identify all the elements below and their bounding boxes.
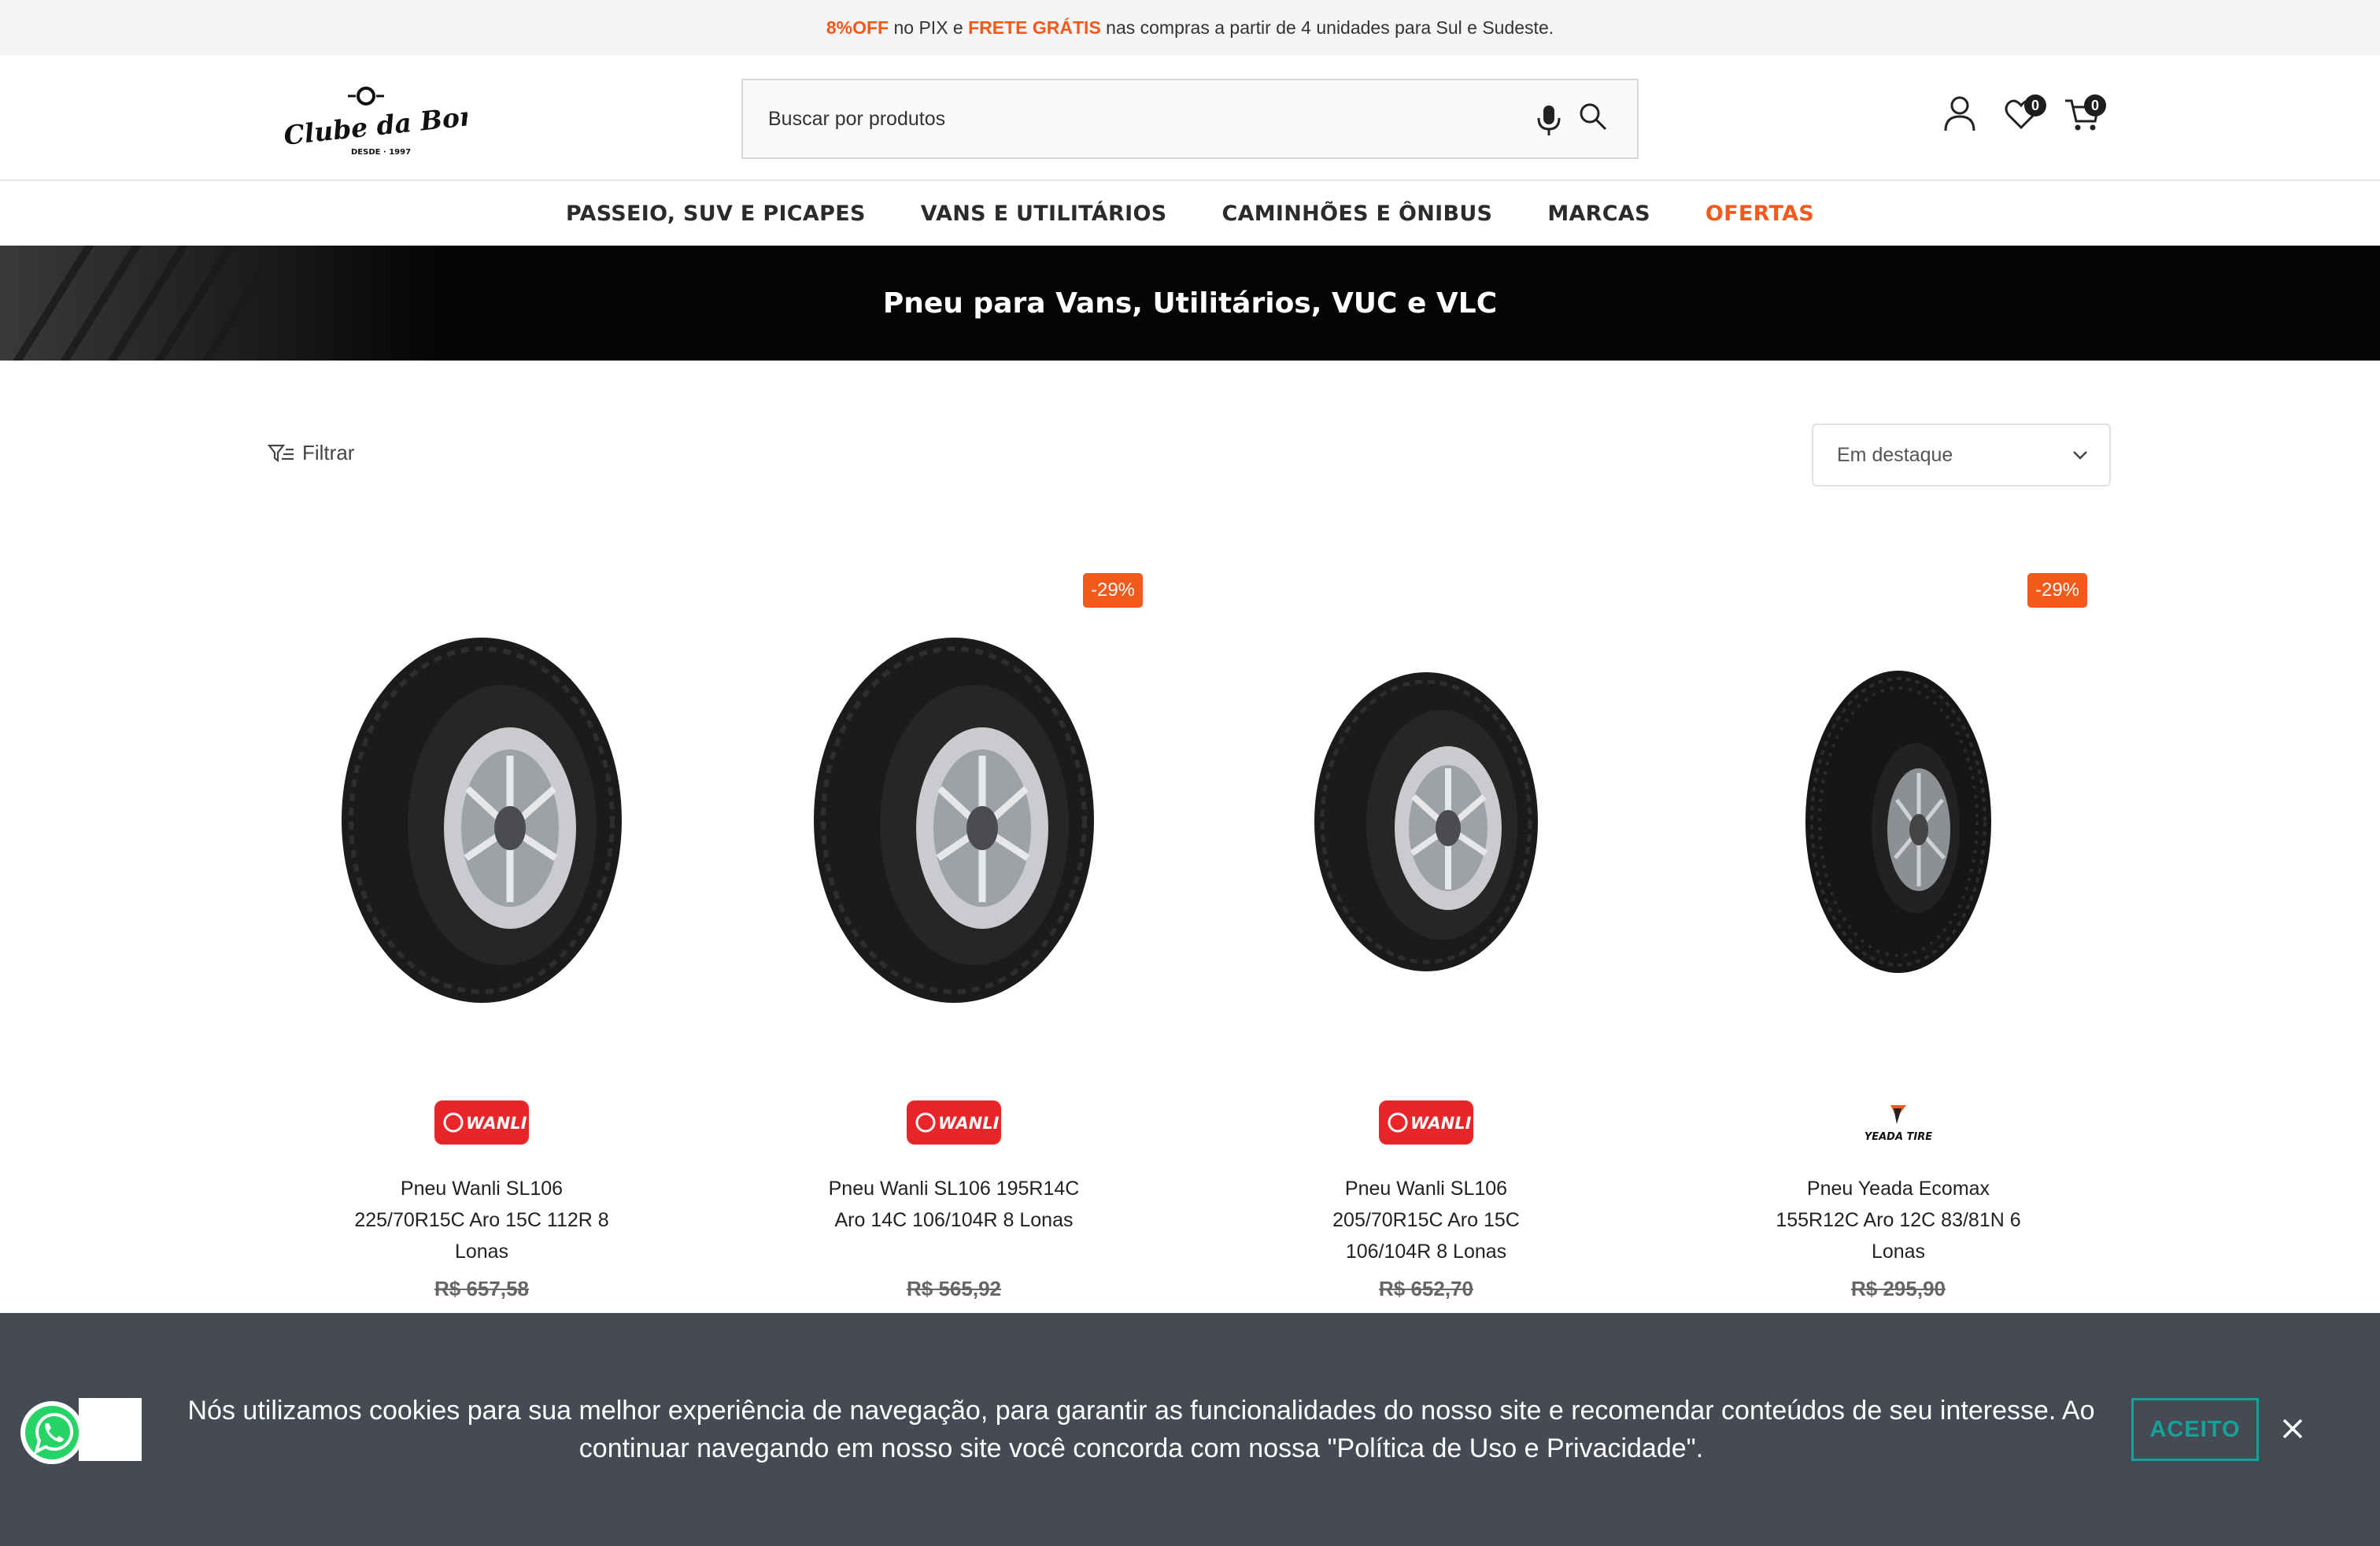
nav-item-passeio[interactable]: PASSEIO, SUV E PICAPES: [566, 202, 866, 226]
cart-count-badge: 0: [2084, 94, 2106, 117]
filter-label: Filtrar: [302, 441, 355, 464]
page: 8%OFF no PIX e FRETE GRÁTIS nas compras …: [0, 0, 2380, 1546]
cookie-consent-bar: Nós utilizamos cookies para sua melhor e…: [0, 1313, 2380, 1546]
sort-value: Em destaque: [1837, 443, 1953, 466]
tire-image[interactable]: [718, 622, 1190, 1031]
promo-text-1: no PIX e: [889, 17, 969, 38]
cookie-message: Nós utilizamos cookies para sua melhor e…: [187, 1396, 2095, 1463]
site-logo[interactable]: Clube da Borracha DESDE · 1997: [279, 79, 556, 157]
product-card[interactable]: -29% WANLI Pneu Wanli SL106 195R14C Aro …: [718, 551, 1190, 1322]
filter-button[interactable]: Filtrar: [268, 441, 354, 465]
product-price-old: R$ 657,58: [434, 1277, 529, 1300]
microphone-icon[interactable]: [1533, 102, 1565, 137]
product-price-old: R$ 295,90: [1851, 1277, 1946, 1300]
svg-text:WANLI: WANLI: [466, 1114, 527, 1133]
product-price-old: R$ 652,70: [1379, 1277, 1473, 1300]
accept-cookies-button[interactable]: ACEITO: [2131, 1398, 2259, 1461]
logo-text: Clube da Borracha: [283, 92, 468, 151]
product-title[interactable]: Pneu Wanli SL106 195R14C Aro 14C 106/104…: [757, 1173, 1151, 1236]
nav-item-caminhoes[interactable]: CAMINHÕES E ÔNIBUS: [1221, 202, 1492, 226]
product-title[interactable]: Pneu Wanli SL106 205/70R15C Aro 15C 106/…: [1229, 1173, 1623, 1267]
product-card[interactable]: -29% YEADA TIRE Pneu Yeada Ecomax 155R12…: [1662, 551, 2134, 1322]
whatsapp-icon[interactable]: [19, 1400, 85, 1466]
sort-select[interactable]: Em destaque: [1812, 423, 2111, 486]
page-title: Pneu para Vans, Utilitários, VUC e VLC: [882, 287, 1498, 320]
nav-item-ofertas[interactable]: OFERTAS: [1706, 202, 1814, 226]
product-title[interactable]: Pneu Wanli SL106 225/70R15C Aro 15C 112R…: [285, 1173, 678, 1267]
product-price-old: R$ 565,92: [907, 1277, 1001, 1300]
filter-icon: [268, 444, 294, 462]
brand-logo-yeada: YEADA TIRE: [1864, 1105, 1932, 1143]
svg-text:WANLI: WANLI: [1410, 1114, 1472, 1133]
promo-discount: 8%OFF: [826, 17, 889, 38]
category-banner: Pneu para Vans, Utilitários, VUC e VLC: [0, 246, 2380, 361]
chevron-down-icon: [2073, 451, 2087, 460]
discount-badge: -29%: [2027, 573, 2087, 608]
promo-free-shipping: FRETE GRÁTIS: [968, 17, 1101, 38]
logo-since: DESDE · 1997: [351, 148, 411, 157]
search-input[interactable]: [768, 80, 1476, 157]
search-box[interactable]: [741, 79, 1639, 159]
user-icon[interactable]: [1941, 93, 1979, 134]
nav-item-marcas[interactable]: MARCAS: [1547, 202, 1650, 226]
product-card[interactable]: WANLI Pneu Wanli SL106 205/70R15C Aro 15…: [1190, 551, 1662, 1322]
search-icon[interactable]: [1576, 99, 1610, 134]
tire-image[interactable]: [246, 622, 718, 1031]
brand-logo-wanli: WANLI: [907, 1100, 1001, 1145]
brand-logo-wanli: WANLI: [434, 1100, 529, 1145]
wishlist-count-badge: 0: [2024, 94, 2046, 117]
close-icon[interactable]: [2279, 1415, 2306, 1442]
whatsapp-widget-panel[interactable]: [79, 1398, 142, 1461]
discount-badge: -29%: [1083, 573, 1143, 608]
svg-text:YEADA TIRE: YEADA TIRE: [1864, 1131, 1932, 1143]
logo-mark-icon: Clube da Borracha DESDE · 1997: [283, 87, 556, 157]
product-card[interactable]: WANLI Pneu Wanli SL106 225/70R15C Aro 15…: [246, 551, 718, 1322]
tire-texture-decoration: [0, 246, 441, 361]
site-header: Clube da Borracha DESDE · 1997 0: [0, 55, 2380, 181]
tire-image[interactable]: [1662, 622, 2134, 1031]
main-nav: PASSEIO, SUV E PICAPES VANS E UTILITÁRIO…: [0, 183, 2380, 244]
product-title[interactable]: Pneu Yeada Ecomax 155R12C Aro 12C 83/81N…: [1702, 1173, 2095, 1267]
promo-bar: 8%OFF no PIX e FRETE GRÁTIS nas compras …: [0, 0, 2380, 55]
nav-item-vans[interactable]: VANS E UTILITÁRIOS: [921, 202, 1167, 226]
svg-text:WANLI: WANLI: [938, 1114, 1000, 1133]
promo-text-2: nas compras a partir de 4 unidades para …: [1100, 17, 1554, 38]
brand-logo-wanli: WANLI: [1379, 1100, 1473, 1145]
tire-image[interactable]: [1190, 622, 1662, 1031]
